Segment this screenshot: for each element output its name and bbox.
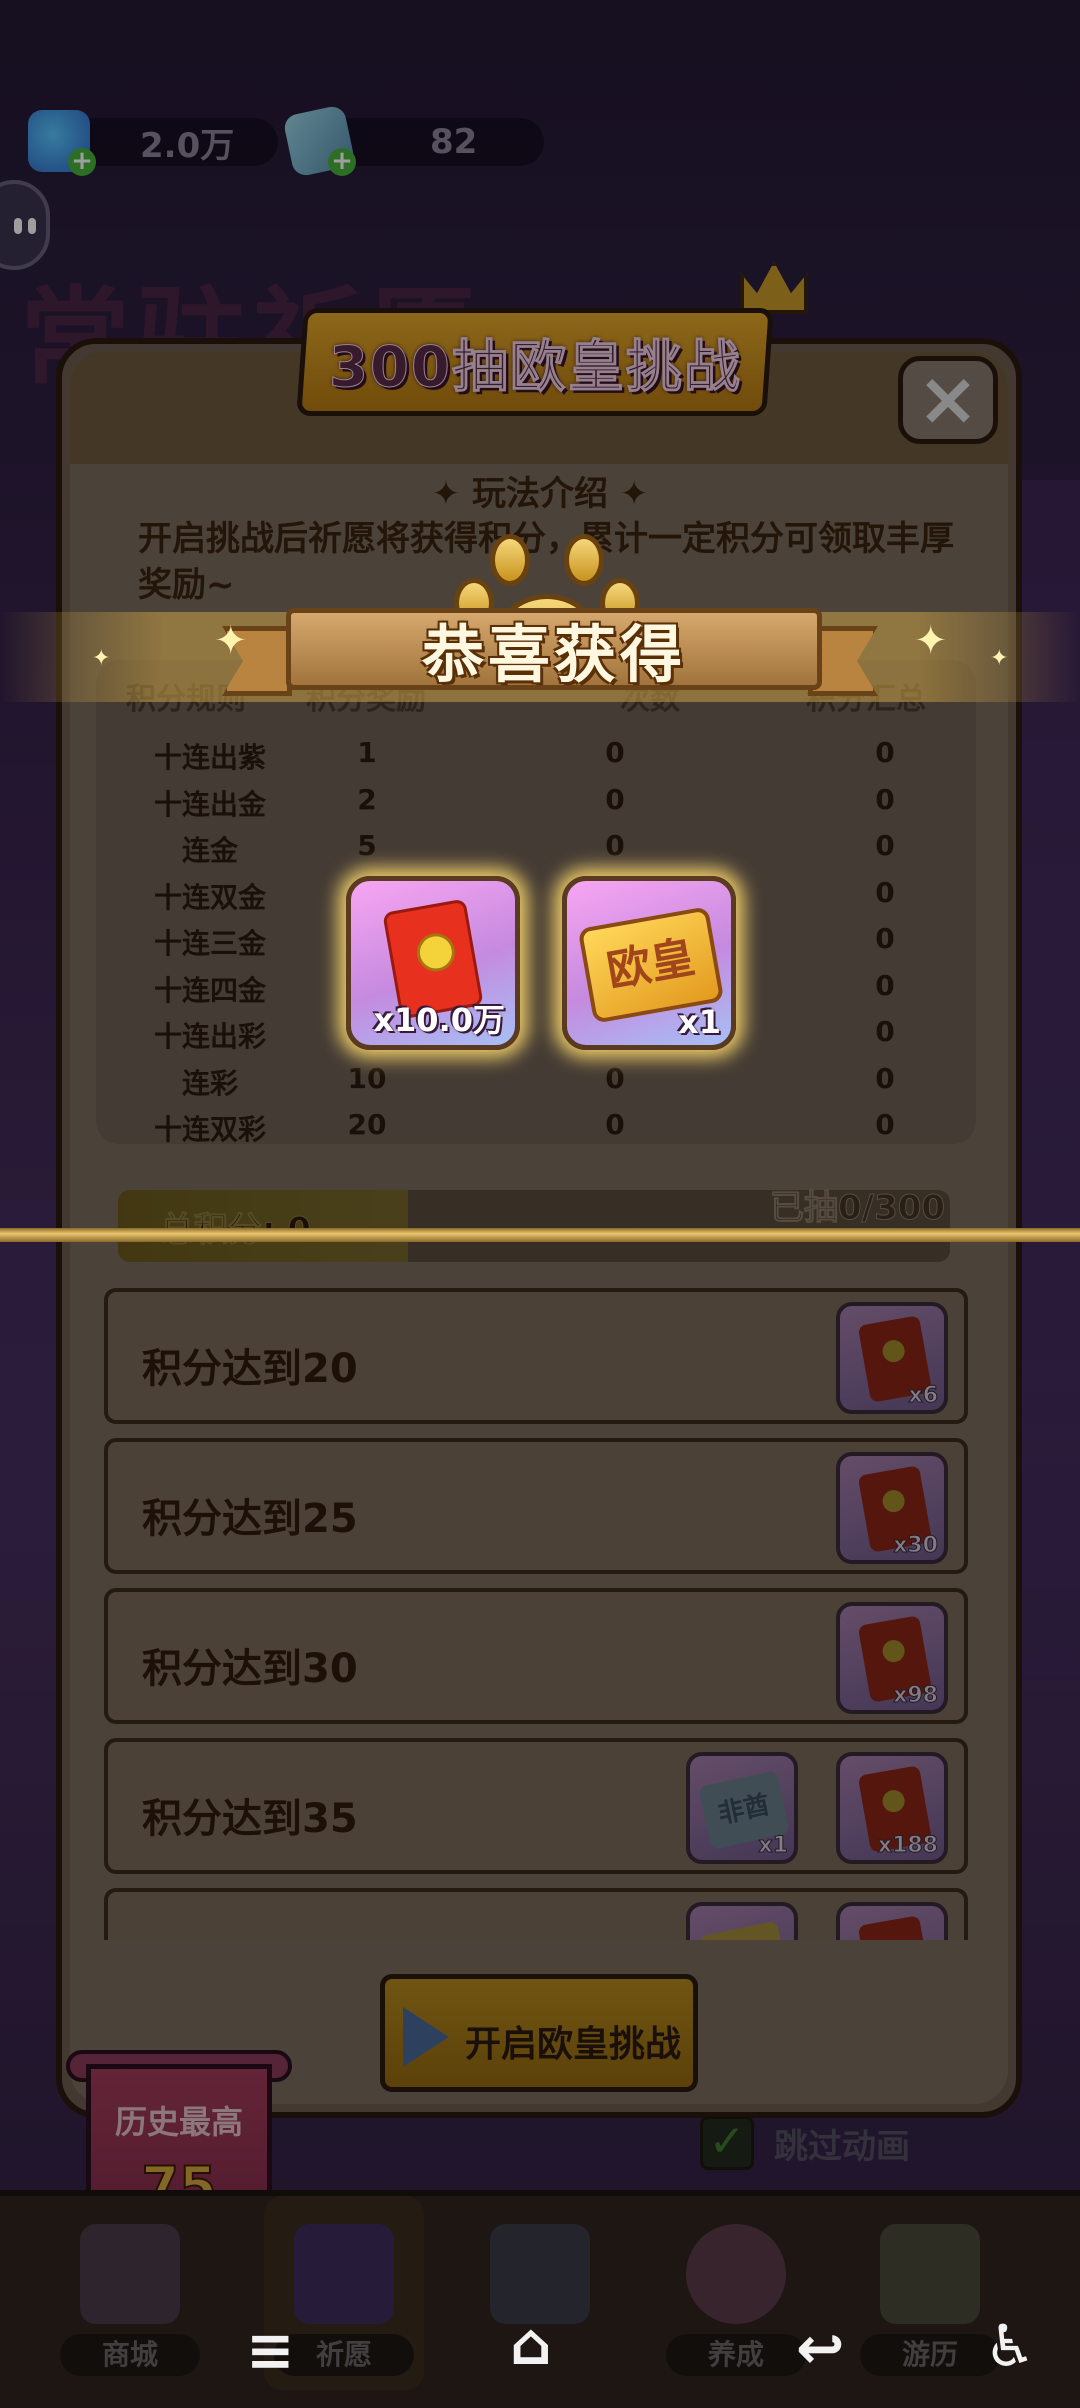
table-row: 十连双彩 20 0 0 bbox=[0, 1108, 1080, 1154]
sparkle-icon: ✦ bbox=[914, 618, 948, 664]
table-cell: 十连三金 bbox=[153, 927, 266, 960]
table-cell: 0 bbox=[875, 736, 895, 769]
gem-amount: 2.0万 bbox=[140, 125, 235, 166]
prize-qty: x10.0万 bbox=[373, 1001, 505, 1039]
table-cell: 0 bbox=[875, 875, 895, 909]
ticket-currency[interactable]: + 82 bbox=[282, 104, 544, 178]
table-row: 十连出紫 1 0 0 bbox=[0, 736, 1080, 782]
checkbox-checked-icon[interactable]: ✓ bbox=[700, 2116, 754, 2170]
back-icon[interactable]: ↩ bbox=[796, 2314, 845, 2382]
modal-title-banner: 300抽欧皇挑战 bbox=[296, 308, 774, 416]
prize-qty: x1 bbox=[678, 1003, 721, 1041]
table-cell: 0 bbox=[605, 1108, 625, 1141]
skip-animation-label: 跳过动画 bbox=[774, 2126, 910, 2167]
rules-title: ✦ 玩法介绍 ✦ bbox=[431, 474, 649, 514]
modal-title: 300抽欧皇挑战 bbox=[328, 334, 742, 400]
sparkle-icon: ✦ bbox=[990, 646, 1009, 671]
ticket-amount: 82 bbox=[430, 122, 478, 162]
table-cell: 20 bbox=[347, 1108, 387, 1141]
table-cell: 0 bbox=[875, 1108, 895, 1141]
table-row: 十连出彩 0 bbox=[0, 1015, 1080, 1061]
table-row: 十连三金 0 bbox=[0, 922, 1080, 968]
table-row: 十连四金 0 bbox=[0, 969, 1080, 1015]
reward-qty: x30 bbox=[893, 1533, 939, 1559]
reward-item[interactable]: x188 bbox=[836, 1752, 948, 1864]
reward-item[interactable] bbox=[836, 1902, 948, 1940]
table-cell: 10 bbox=[347, 1061, 387, 1095]
system-nav-bar: ≡ ⌂ ↩ ♿ bbox=[0, 2300, 1080, 2408]
table-cell: 0 bbox=[605, 829, 625, 862]
table-cell: 0 bbox=[875, 968, 895, 1002]
table-row: 连彩 10 0 0 bbox=[0, 1062, 1080, 1108]
reward-item[interactable]: 非酋 x1 bbox=[686, 1752, 798, 1864]
add-ticket-icon[interactable]: + bbox=[328, 148, 356, 176]
table-cell: 十连双彩 bbox=[153, 1113, 266, 1146]
reward-row[interactable] bbox=[104, 1888, 968, 1940]
sparkle-icon: ✦ bbox=[214, 618, 248, 664]
table-cell: 0 bbox=[605, 736, 625, 769]
start-challenge-button[interactable]: 开启欧皇挑战 bbox=[380, 1974, 698, 2092]
reward-threshold: 积分达到35 bbox=[142, 1796, 358, 1842]
reward-row[interactable]: 积分达到20 x6 bbox=[104, 1288, 968, 1424]
prize-golden-ticket[interactable]: 欧皇 x1 bbox=[562, 876, 736, 1050]
table-cell: 十连四金 bbox=[153, 973, 266, 1007]
total-score: 总积分: 0 bbox=[159, 1202, 311, 1251]
table-cell: 十连出金 bbox=[153, 787, 266, 821]
add-gem-icon[interactable]: + bbox=[68, 148, 96, 176]
history-best-label: 历史最高 bbox=[114, 2103, 243, 2141]
reward-qty: x188 bbox=[877, 1833, 938, 1859]
table-cell: 0 bbox=[605, 1061, 625, 1095]
table-cell: 5 bbox=[357, 829, 377, 862]
table-cell: 十连出彩 bbox=[153, 1020, 266, 1053]
table-row: 十连出金 2 0 0 bbox=[0, 783, 1080, 829]
menu-icon[interactable]: ≡ bbox=[246, 2316, 295, 2384]
gem-currency[interactable]: + 2.0万 bbox=[28, 110, 278, 176]
table-row: 连金 5 0 0 bbox=[0, 829, 1080, 875]
table-cell: 0 bbox=[875, 782, 895, 816]
table-cell: 连金 bbox=[181, 834, 238, 867]
home-icon[interactable]: ⌂ bbox=[510, 2310, 552, 2378]
table-cell: 0 bbox=[605, 782, 625, 816]
table-cell: 十连出紫 bbox=[153, 741, 266, 774]
reward-row[interactable]: 积分达到35 非酋 x1 x188 bbox=[104, 1738, 968, 1874]
sparkle-icon: ✦ bbox=[92, 646, 111, 671]
reward-qty: x6 bbox=[908, 1383, 938, 1409]
table-cell: 0 bbox=[875, 922, 895, 955]
reward-list[interactable]: 积分达到20 x6 积分达到25 x30 积分达到30 x98 积分达到35 非… bbox=[80, 1276, 990, 1940]
table-cell: 连彩 bbox=[181, 1066, 238, 1100]
table-cell: 十连双金 bbox=[153, 880, 266, 914]
reward-threshold: 积分达到20 bbox=[142, 1346, 358, 1392]
reward-item[interactable]: x6 bbox=[836, 1302, 948, 1414]
reward-item[interactable]: x98 bbox=[836, 1602, 948, 1714]
table-cell: 0 bbox=[875, 829, 895, 862]
table-cell: 2 bbox=[357, 782, 377, 816]
drawn-count: 已抽0/300 bbox=[769, 1188, 946, 1229]
reward-item[interactable] bbox=[686, 1902, 798, 1940]
reward-qty: x1 bbox=[758, 1833, 788, 1859]
close-button[interactable]: × bbox=[898, 356, 998, 444]
accessibility-icon[interactable]: ♿ bbox=[984, 2312, 1036, 2380]
glow-line bbox=[0, 1228, 1080, 1242]
table-cell: 1 bbox=[357, 736, 377, 769]
red-envelope-icon bbox=[857, 1915, 933, 1940]
start-challenge-label: 开启欧皇挑战 bbox=[465, 2024, 682, 2065]
table-cell: 0 bbox=[875, 1015, 895, 1048]
play-icon bbox=[403, 2007, 449, 2067]
skip-animation-toggle[interactable]: ✓ 跳过动画 bbox=[700, 2116, 910, 2170]
congrats-ribbon: 恭喜获得 bbox=[286, 608, 822, 691]
reward-qty: x98 bbox=[893, 1683, 939, 1709]
table-row: 十连双金 0 bbox=[0, 876, 1080, 922]
reward-row[interactable]: 积分达到25 x30 bbox=[104, 1438, 968, 1574]
reward-threshold: 积分达到30 bbox=[142, 1646, 358, 1692]
ticket-icon bbox=[698, 1920, 790, 1940]
table-cell: 0 bbox=[875, 1061, 895, 1095]
congrats-title: 恭喜获得 bbox=[421, 618, 686, 691]
reward-item[interactable]: x30 bbox=[836, 1452, 948, 1564]
prize-red-envelope[interactable]: x10.0万 bbox=[346, 876, 520, 1050]
reward-row[interactable]: 积分达到30 x98 bbox=[104, 1588, 968, 1724]
left-side-decoration bbox=[0, 1200, 60, 1600]
reward-threshold: 积分达到25 bbox=[142, 1496, 358, 1542]
